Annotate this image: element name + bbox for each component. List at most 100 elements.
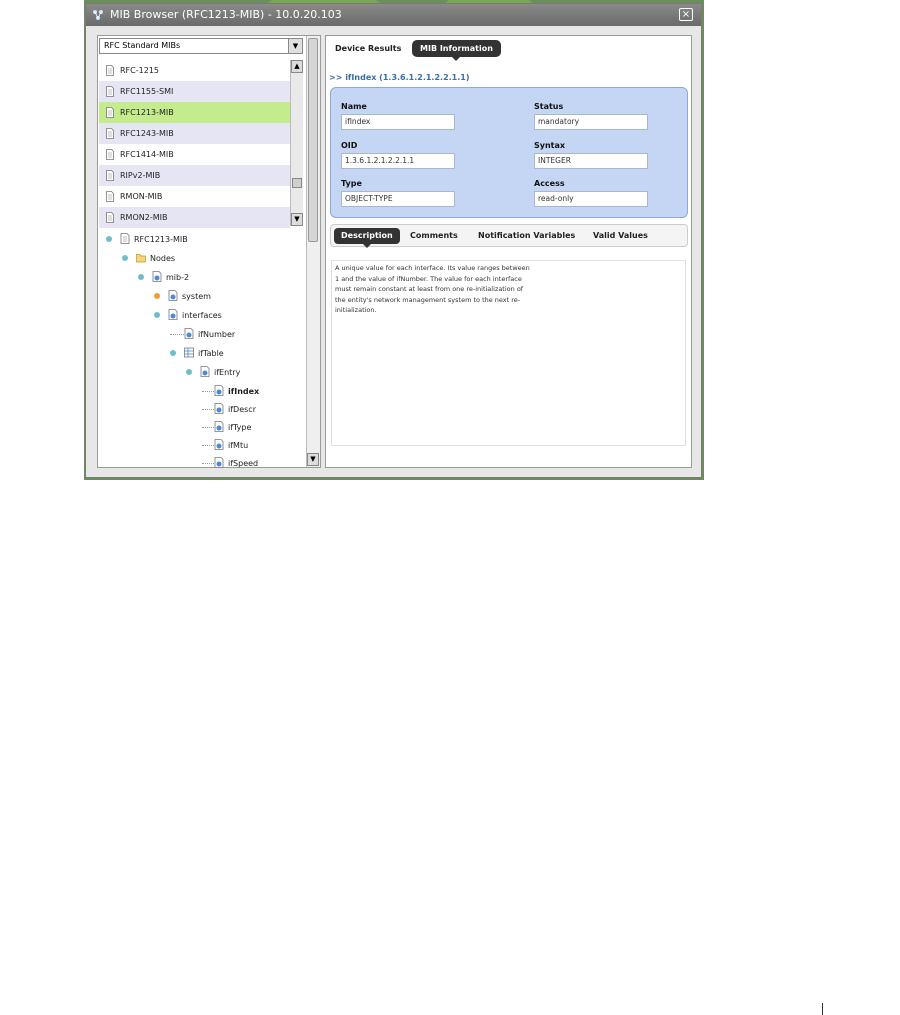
tree-node-ifmtu[interactable]: ifMtu xyxy=(202,437,248,454)
mib-list-item-label: RMON-MIB xyxy=(120,192,163,201)
tree-node-label: interfaces xyxy=(182,311,222,320)
tree-node-rfc1213-mib[interactable]: RFC1213-MIB xyxy=(106,231,188,248)
mib-object-icon xyxy=(214,403,224,414)
mib-object-icon xyxy=(214,457,224,468)
tree-node-ifnumber[interactable]: ifNumber xyxy=(170,326,235,343)
type-label: Type xyxy=(341,179,362,188)
tree-node-label: ifType xyxy=(228,423,252,432)
tree-node-mib-2[interactable]: mib-2 xyxy=(138,269,189,286)
mib-category-select[interactable]: RFC Standard MIBs ▼ xyxy=(99,38,303,54)
detail-subtabs: Description Comments Notification Variab… xyxy=(330,224,688,248)
tree-node-label: ifMtu xyxy=(228,441,249,450)
mib-list-item-label: RFC1243-MIB xyxy=(120,129,174,138)
tree-node-label: ifNumber xyxy=(198,330,236,339)
description-textarea[interactable]: A unique value for each interface. Its v… xyxy=(331,260,686,446)
name-field[interactable]: ifIndex xyxy=(341,114,455,130)
scrollbar-thumb[interactable] xyxy=(308,38,318,242)
tab-device-results[interactable]: Device Results xyxy=(335,40,401,57)
mib-list-item-label: RFC-1215 xyxy=(120,66,159,75)
mib-list-item-selected[interactable]: RFC1213-MIB xyxy=(99,102,290,123)
tree-node-label: RFC1213-MIB xyxy=(134,235,188,244)
document-icon xyxy=(106,107,114,118)
mib-object-icon xyxy=(168,309,178,320)
status-label: Status xyxy=(534,102,564,111)
document-icon xyxy=(106,65,114,76)
tree-node-ifspeed[interactable]: ifSpeed xyxy=(202,455,258,472)
syntax-field[interactable]: INTEGER xyxy=(534,153,648,169)
tree-node-iftable[interactable]: ifTable xyxy=(170,345,224,362)
mib-object-icon xyxy=(168,290,178,301)
tree-node-label: ifSpeed xyxy=(228,459,259,468)
table-icon xyxy=(184,347,194,358)
document-icon xyxy=(106,170,114,181)
access-field[interactable]: read-only xyxy=(534,191,648,207)
document-icon xyxy=(106,212,114,223)
scroll-down-icon[interactable]: ▼ xyxy=(307,453,319,466)
mib-list-item[interactable]: RIPv2-MIB xyxy=(99,165,290,186)
close-button[interactable]: × xyxy=(679,8,693,21)
tab-comments[interactable]: Comments xyxy=(410,228,458,244)
tree-node-nodes[interactable]: Nodes xyxy=(122,250,175,267)
document-icon xyxy=(106,191,114,202)
tree-node-interfaces[interactable]: interfaces xyxy=(154,307,222,324)
mib-object-icon xyxy=(214,385,224,396)
mib-list-item[interactable]: RFC1414-MIB xyxy=(99,144,290,165)
mib-list-item-label: RFC1414-MIB xyxy=(120,150,174,159)
tab-mib-information[interactable]: MIB Information xyxy=(412,40,501,61)
selected-oid-heading: >> ifIndex (1.3.6.1.2.1.2.2.1.1) xyxy=(329,73,470,82)
tree-node-ifindex[interactable]: ifIndex xyxy=(202,383,259,400)
tree-node-iftype[interactable]: ifType xyxy=(202,419,251,436)
mib-list-item[interactable]: RMON2-MIB xyxy=(99,207,290,228)
tree-node-label: ifIndex xyxy=(228,387,260,396)
expand-bullet-icon[interactable] xyxy=(170,349,176,356)
window-titlebar[interactable]: MIB Browser (RFC1213-MIB) - 10.0.20.103 … xyxy=(86,4,701,26)
mib-info-panel: Name ifIndex Status mandatory OID 1.3.6.… xyxy=(330,87,688,218)
syntax-label: Syntax xyxy=(534,141,566,150)
mib-list: RFC-1215 RFC1155-SMI RFC1213-MIB RFC1243… xyxy=(99,60,290,228)
tab-notification-variables[interactable]: Notification Variables xyxy=(478,228,575,244)
document-icon xyxy=(120,233,130,244)
status-field[interactable]: mandatory xyxy=(534,114,648,130)
name-label: Name xyxy=(341,102,367,111)
tree-node-label: ifDescr xyxy=(228,405,256,414)
chevron-down-icon[interactable]: ▼ xyxy=(288,39,302,53)
tab-valid-values[interactable]: Valid Values xyxy=(593,228,648,244)
main-tabs: Device Results MIB Information xyxy=(326,36,691,61)
tree-node-label: ifTable xyxy=(198,349,224,358)
left-panel: RFC Standard MIBs ▼ RFC-1215 RFC1155-SMI… xyxy=(97,35,321,468)
description-text: A unique value for each interface. Its v… xyxy=(335,264,530,314)
mib-list-scrollbar[interactable]: ▲ ▼ xyxy=(290,60,303,226)
tree-node-ifdescr[interactable]: ifDescr xyxy=(202,401,256,418)
scroll-down-icon[interactable]: ▼ xyxy=(291,213,303,226)
expand-bullet-icon[interactable] xyxy=(106,235,112,242)
document-icon xyxy=(106,86,114,97)
tab-description[interactable]: Description xyxy=(334,228,400,248)
type-field[interactable]: OBJECT-TYPE xyxy=(341,191,455,207)
expand-bullet-icon[interactable] xyxy=(154,311,160,318)
mib-browser-icon xyxy=(93,10,103,20)
oid-field[interactable]: 1.3.6.1.2.1.2.2.1.1 xyxy=(341,153,455,169)
left-panel-scrollbar[interactable]: ▼ xyxy=(307,36,320,467)
app-screenshot: MIB Browser (RFC1213-MIB) - 10.0.20.103 … xyxy=(84,0,704,480)
right-panel: Device Results MIB Information >> ifInde… xyxy=(325,35,692,468)
mib-list-item[interactable]: RMON-MIB xyxy=(99,186,290,207)
tree-node-system[interactable]: system xyxy=(154,288,211,305)
mib-list-item-label: RFC1213-MIB xyxy=(120,108,174,117)
tree-node-ifentry[interactable]: ifEntry xyxy=(186,364,240,381)
tree-node-label: mib-2 xyxy=(166,273,190,282)
mib-list-item[interactable]: RFC-1215 xyxy=(99,60,290,81)
mib-list-item-label: RMON2-MIB xyxy=(120,213,168,222)
mib-list-item-label: RFC1155-SMI xyxy=(120,87,174,96)
expand-bullet-icon[interactable] xyxy=(122,254,128,261)
page-marker xyxy=(822,1003,823,1015)
expand-bullet-icon[interactable] xyxy=(138,273,144,280)
scroll-up-icon[interactable]: ▲ xyxy=(291,60,303,73)
expand-bullet-icon[interactable] xyxy=(186,368,192,375)
expand-bullet-icon[interactable] xyxy=(154,292,160,299)
scrollbar-thumb[interactable] xyxy=(292,178,302,188)
mib-list-item[interactable]: RFC1243-MIB xyxy=(99,123,290,144)
document-icon xyxy=(106,128,114,139)
mib-list-item[interactable]: RFC1155-SMI xyxy=(99,81,290,102)
close-icon: × xyxy=(681,9,691,20)
window-title: MIB Browser (RFC1213-MIB) - 10.0.20.103 xyxy=(110,8,342,21)
